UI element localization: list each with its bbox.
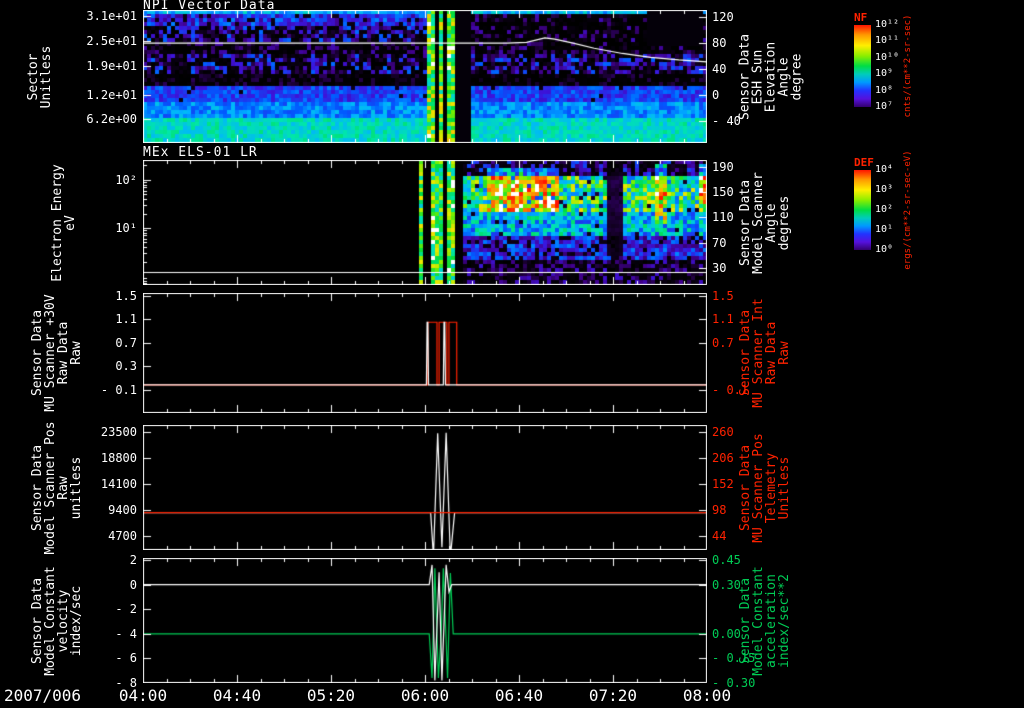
els-spectrogram-right-axis-label: Sensor Data Model Scanner Angle degrees [738,171,792,274]
x-tick-label: 04:00 [118,686,168,705]
colorbar-tick-label: 10¹¹ [875,35,900,47]
panel2-title: MEx ELS-01 LR [143,145,258,160]
def-colorbar-unit: ergs/(cm**2-sr-sec-eV) [903,150,913,270]
y-tick-label: 1.2e+01 [86,87,137,102]
colorbar-tick-label: 10¹⁰ [875,51,900,63]
els-spectrogram-plot [143,160,707,285]
y-tick-label: 1.5 [712,288,734,303]
colorbar-tick-label: 10¹ [875,224,894,235]
nf-colorbar [854,25,871,107]
y-tick-label: 1.9e+01 [86,58,137,73]
mu-scanner-raw-right-axis-label: Sensor Data MU Scanner Int Raw Data Raw [738,298,792,408]
mu-scanner-raw-plot [143,293,707,413]
model-constant-plot [143,558,707,683]
y-tick-label: 3.1e+01 [86,8,137,23]
model-constant-left-axis-label: Sensor Data Model Constant velocity index/s… [30,565,84,676]
els-spectrogram-left-axis-label: Electron Energy eV [50,163,78,282]
y-tick-label: 0.45 [712,552,741,567]
y-tick-label: 0 [712,87,720,102]
y-tick-label: 2 [129,552,137,567]
model-scanner-pos-plot [143,425,707,550]
colorbar-tick-label: 10⁷ [875,101,894,112]
model-scanner-pos-left-axis-label: Sensor Data Model Scanner Pos Raw unitless [30,420,84,555]
colorbar-tick-label: 10⁸ [875,84,894,96]
x-tick-label: 06:40 [494,686,544,705]
def-colorbar-gradient [854,170,871,250]
model-constant-right-axis-label: Sensor Data Model Constant acceleration ind… [738,565,792,676]
model-scanner-pos-right-axis-label: Sensor Data MU Scanner Pos Telemetry Unitle… [738,432,792,543]
npi-vector-right-axis-label: Sensor Data ESH Sun Elevation Angle degree [737,33,805,120]
colorbar-tick-label: 10² [875,204,894,215]
y-tick-label: 150 [712,185,734,200]
y-tick-label: 98 [712,502,727,517]
y-tick-label: 206 [712,451,734,466]
x-tick-label: 05:20 [306,686,356,705]
nf-colorbar-unit: cnts/(cm**2-sr-sec) [903,14,913,118]
y-tick-label: 1.1 [712,312,734,327]
npi-spectrogram-plot [143,10,707,143]
y-tick-label: 0.30 [712,577,741,592]
def-colorbar [854,170,871,250]
x-tick-label: 07:20 [588,686,638,705]
x-tick-label: 08:00 [682,686,732,705]
y-tick-label: 260 [712,425,734,440]
y-tick-label: 70 [712,235,727,250]
npi-vector-left-axis-label: Sector Unitless [26,45,54,108]
plot-window: NPI Vector Data MEx ELS-01 LR NF cnts/(c… [0,0,1024,708]
colorbar-tick-label: 10³ [875,184,894,195]
y-tick-label: 6.2e+00 [86,111,137,126]
mu-scanner-raw-left-axis-label: Sensor Data MU Scanner +30V Raw Data Raw [30,294,84,412]
y-tick-label: 0.7 [712,335,734,350]
def-colorbar-title: DEF [854,156,874,169]
y-tick-label: 2.5e+01 [86,33,137,48]
y-tick-label: 80 [712,36,727,51]
x-tick-label: 06:00 [400,686,450,705]
y-tick-label: 190 [712,159,734,174]
x-tick-label: 04:40 [212,686,262,705]
nf-colorbar-title: NF [854,11,868,24]
colorbar-tick-label: 10¹² [875,19,900,30]
y-tick-label: 110 [712,210,734,225]
y-tick-label: 44 [712,528,727,543]
y-tick-label: 152 [712,476,734,491]
colorbar-tick-label: 10⁴ [875,164,894,175]
colorbar-tick-label: 10⁰ [875,244,894,255]
y-tick-label: 120 [712,10,734,25]
y-tick-label: 40 [712,62,727,77]
colorbar-tick-label: 10⁹ [875,68,894,80]
y-tick-label: 0.00 [712,626,741,641]
y-tick-label: 30 [712,260,727,275]
nf-colorbar-gradient [854,25,871,107]
